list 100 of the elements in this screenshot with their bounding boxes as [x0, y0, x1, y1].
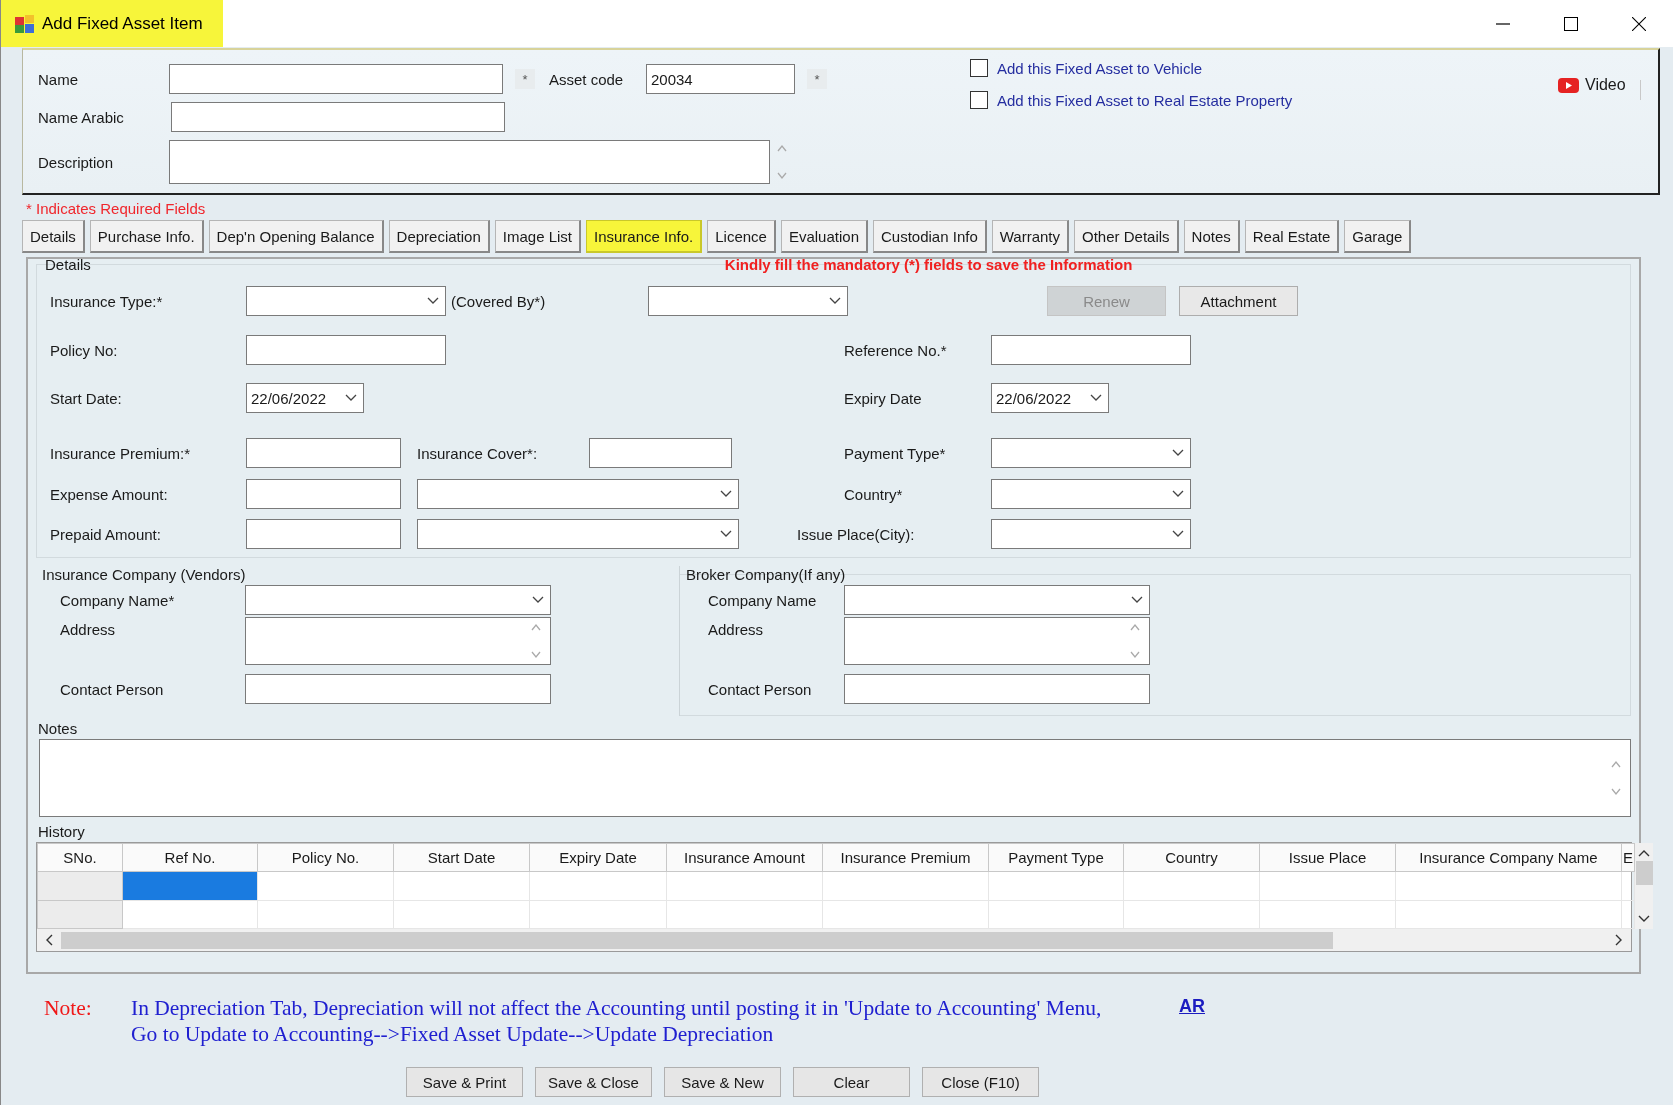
date-value: 22/06/2022: [996, 389, 1072, 407]
tab[interactable]: Evaluation: [780, 220, 868, 253]
video-link[interactable]: Video: [1558, 76, 1626, 94]
text-field[interactable]: [246, 519, 401, 549]
date-picker[interactable]: 22/06/2022: [246, 383, 364, 413]
field-label: Name: [38, 70, 79, 88]
column-header[interactable]: SNo.: [37, 843, 123, 872]
play-icon: [1558, 77, 1579, 93]
dropdown-field[interactable]: [245, 585, 551, 615]
dropdown-field[interactable]: [246, 286, 446, 316]
dialog-button[interactable]: Save & Print: [406, 1067, 523, 1097]
column-header[interactable]: Expiry Date: [529, 843, 667, 872]
tab[interactable]: Notes: [1183, 220, 1240, 253]
text-field[interactable]: [246, 335, 446, 365]
dialog-button[interactable]: Clear: [793, 1067, 910, 1097]
field-label: Address: [708, 620, 765, 638]
field-label: Policy No:: [50, 341, 119, 359]
memo-field[interactable]: [844, 617, 1150, 665]
text-field[interactable]: [589, 438, 732, 468]
column-header[interactable]: Policy No.: [257, 843, 394, 872]
field-label: Description: [38, 153, 115, 171]
chevron-down-icon: [720, 530, 732, 538]
tab[interactable]: Warranty: [991, 220, 1070, 253]
text-field[interactable]: [991, 335, 1191, 365]
column-header[interactable]: Country: [1123, 843, 1260, 872]
chevron-down-icon: [1172, 530, 1184, 538]
horizontal-scrollbar[interactable]: [37, 929, 1631, 951]
chevron-down-icon: [1172, 490, 1184, 498]
tab[interactable]: Dep'n Opening Balance: [208, 220, 384, 253]
chevron-down-icon: [1090, 394, 1102, 402]
group-title: Broker Company(If any): [685, 566, 847, 583]
date-picker[interactable]: 22/06/2022: [991, 383, 1109, 413]
required-fields-note: * Indicates Required Fields: [26, 200, 207, 217]
column-header[interactable]: Insurance Company Name: [1395, 843, 1622, 872]
tab[interactable]: Image List: [494, 220, 581, 253]
text-field[interactable]: [246, 479, 401, 509]
dropdown-field[interactable]: [417, 519, 739, 549]
dropdown-field[interactable]: [991, 438, 1191, 468]
text-field[interactable]: [245, 674, 551, 704]
checkbox-label[interactable]: Add this Fixed Asset to Real Estate Property: [997, 91, 1293, 109]
memo-field[interactable]: [169, 140, 770, 184]
chevron-down-icon: [345, 394, 357, 402]
tab[interactable]: Details: [22, 220, 85, 253]
tab[interactable]: Purchase Info.: [89, 220, 204, 253]
group-title: Insurance Company (Vendors): [41, 566, 247, 583]
vertical-scrollbar[interactable]: [1635, 843, 1653, 929]
notes-field[interactable]: [39, 739, 1631, 817]
text-field[interactable]: [844, 674, 1150, 704]
text-field[interactable]: [171, 102, 505, 132]
text-field[interactable]: 20034: [646, 64, 795, 94]
dialog-button[interactable]: Save & Close: [535, 1067, 652, 1097]
field-label: Company Name*: [60, 591, 176, 609]
dialog-button[interactable]: Attachment: [1179, 286, 1298, 316]
field-label: (Covered By*): [451, 292, 547, 310]
text-field[interactable]: [169, 64, 503, 94]
tab[interactable]: Depreciation: [388, 220, 490, 253]
memo-field[interactable]: [245, 617, 551, 665]
field-label: Expiry Date: [843, 389, 923, 407]
column-header[interactable]: Ref No.: [122, 843, 258, 872]
tab[interactable]: Garage: [1344, 220, 1412, 253]
dropdown-field[interactable]: [417, 479, 739, 509]
column-header[interactable]: Insurance Amount: [666, 843, 823, 872]
checkbox[interactable]: [970, 59, 988, 77]
field-label: Reference No.*: [843, 341, 948, 359]
text-field[interactable]: [246, 438, 401, 468]
date-value: 22/06/2022: [251, 389, 327, 407]
column-header[interactable]: Payment Type: [988, 843, 1124, 872]
tab[interactable]: Licence: [707, 220, 776, 253]
chevron-down-icon: [427, 297, 439, 305]
checkbox[interactable]: [970, 91, 988, 109]
scroll-down-icon: [1638, 915, 1650, 923]
required-mark: *: [807, 69, 827, 89]
tab[interactable]: Other Details: [1074, 220, 1179, 253]
minimize-icon: [1496, 22, 1510, 25]
required-mark: *: [515, 69, 535, 89]
scroll-thumb[interactable]: [1635, 861, 1653, 885]
dropdown-field[interactable]: [991, 519, 1191, 549]
tab[interactable]: Custodian Info: [873, 220, 987, 253]
tab[interactable]: Real Estate: [1244, 220, 1340, 253]
scroll-thumb[interactable]: [61, 931, 1333, 949]
dialog-button[interactable]: Save & New: [664, 1067, 781, 1097]
column-header[interactable]: Issue Place: [1259, 843, 1396, 872]
dropdown-field[interactable]: [844, 585, 1150, 615]
column-header[interactable]: Insurance Premium: [822, 843, 989, 872]
field-label: Payment Type*: [843, 444, 947, 462]
dropdown-field[interactable]: [648, 286, 848, 316]
checkbox-label[interactable]: Add this Fixed Asset to Vehicle: [997, 59, 1203, 77]
table-cell[interactable]: [122, 871, 258, 901]
language-link[interactable]: AR: [1179, 996, 1205, 1017]
chevron-down-icon: [1172, 449, 1184, 457]
chevron-down-icon: [1131, 596, 1143, 604]
close-icon: [1632, 16, 1646, 31]
field-label: Issue Place(City):: [797, 525, 916, 543]
tab[interactable]: Insurance Info.: [586, 220, 703, 253]
dialog-button[interactable]: Close (F10): [922, 1067, 1039, 1097]
column-header[interactable]: Start Date: [393, 843, 530, 872]
note-label: Note:: [44, 996, 93, 1021]
table-cell[interactable]: [122, 900, 258, 929]
dropdown-field[interactable]: [991, 479, 1191, 509]
field-label: Prepaid Amount:: [50, 525, 162, 543]
